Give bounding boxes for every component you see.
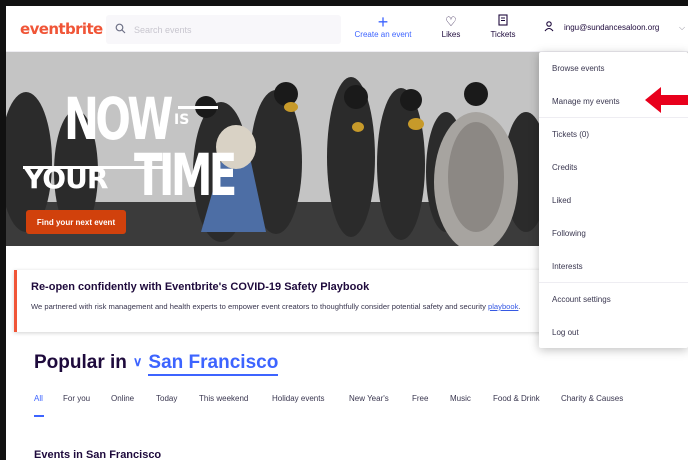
red-arrow-annotation-icon [645, 87, 688, 113]
tickets-label: Tickets [490, 30, 516, 39]
search-bar[interactable] [106, 15, 341, 44]
tab-charity-causes[interactable]: Charity & Causes [561, 394, 623, 403]
covid-banner-body: We partnered with risk management and he… [31, 302, 521, 311]
menu-divider [539, 117, 688, 118]
user-email: ingu@sundancesaloon.org [564, 23, 660, 32]
hero-line-time: TIME [134, 141, 237, 209]
tab-for-you[interactable]: For you [63, 394, 90, 403]
covid-playbook-banner: Re-open confidently with Eventbrite's CO… [14, 270, 594, 332]
menu-item-browse-events[interactable]: Browse events [552, 64, 604, 73]
menu-item-liked[interactable]: Liked [552, 196, 571, 205]
hero-line-now: NOW [64, 85, 173, 153]
tab-free[interactable]: Free [412, 394, 428, 403]
top-navbar: eventbrite + Create an event ♡ Likes Tic… [6, 6, 688, 52]
tab-today[interactable]: Today [156, 394, 177, 403]
covid-banner-title: Re-open confidently with Eventbrite's CO… [31, 281, 370, 293]
plus-icon: + [377, 12, 389, 32]
tab-music[interactable]: Music [450, 394, 471, 403]
hero-line-is: IS [174, 112, 190, 128]
popular-in-heading: Popular in ∨ San Francisco [34, 352, 279, 376]
likes-button[interactable]: ♡ Likes [433, 14, 469, 46]
menu-item-following[interactable]: Following [552, 229, 586, 238]
create-event-button[interactable]: + Create an event [351, 12, 415, 46]
popular-prefix: Popular in [34, 352, 127, 373]
user-icon [544, 21, 554, 34]
menu-item-manage-my-events[interactable]: Manage my events [552, 97, 620, 106]
likes-label: Likes [441, 30, 461, 39]
menu-divider [539, 282, 688, 283]
menu-item-account-settings[interactable]: Account settings [552, 295, 611, 304]
menu-item-tickets[interactable]: Tickets (0) [552, 130, 589, 139]
menu-item-credits[interactable]: Credits [552, 163, 577, 172]
eventbrite-logo[interactable]: eventbrite [20, 20, 103, 38]
hero-rule [178, 106, 218, 109]
tab-food-drink[interactable]: Food & Drink [493, 394, 540, 403]
covid-banner-text: We partnered with risk management and he… [31, 302, 486, 311]
heart-icon: ♡ [445, 14, 457, 29]
chevron-down-icon[interactable]: ∨ [133, 354, 143, 370]
create-event-label: Create an event [354, 30, 412, 39]
find-next-event-button[interactable]: Find your next event [26, 210, 126, 234]
city-selector[interactable]: San Francisco [148, 352, 279, 376]
tab-new-years[interactable]: New Year's [349, 394, 389, 403]
tab-this-weekend[interactable]: This weekend [199, 394, 248, 403]
search-icon [115, 23, 126, 34]
search-input[interactable] [134, 21, 334, 39]
menu-item-interests[interactable]: Interests [552, 262, 583, 271]
tab-online[interactable]: Online [111, 394, 134, 403]
ticket-icon [483, 14, 523, 30]
menu-item-log-out[interactable]: Log out [552, 328, 579, 337]
tab-holiday-events[interactable]: Holiday events [272, 394, 324, 403]
chevron-down-icon: ⌵ [679, 23, 686, 32]
hero-rule [23, 166, 163, 169]
events-in-city-heading: Events in San Francisco [34, 449, 162, 460]
tickets-button[interactable]: Tickets [483, 14, 523, 46]
tab-all[interactable]: All [34, 394, 44, 417]
playbook-link[interactable]: playbook [488, 302, 518, 311]
